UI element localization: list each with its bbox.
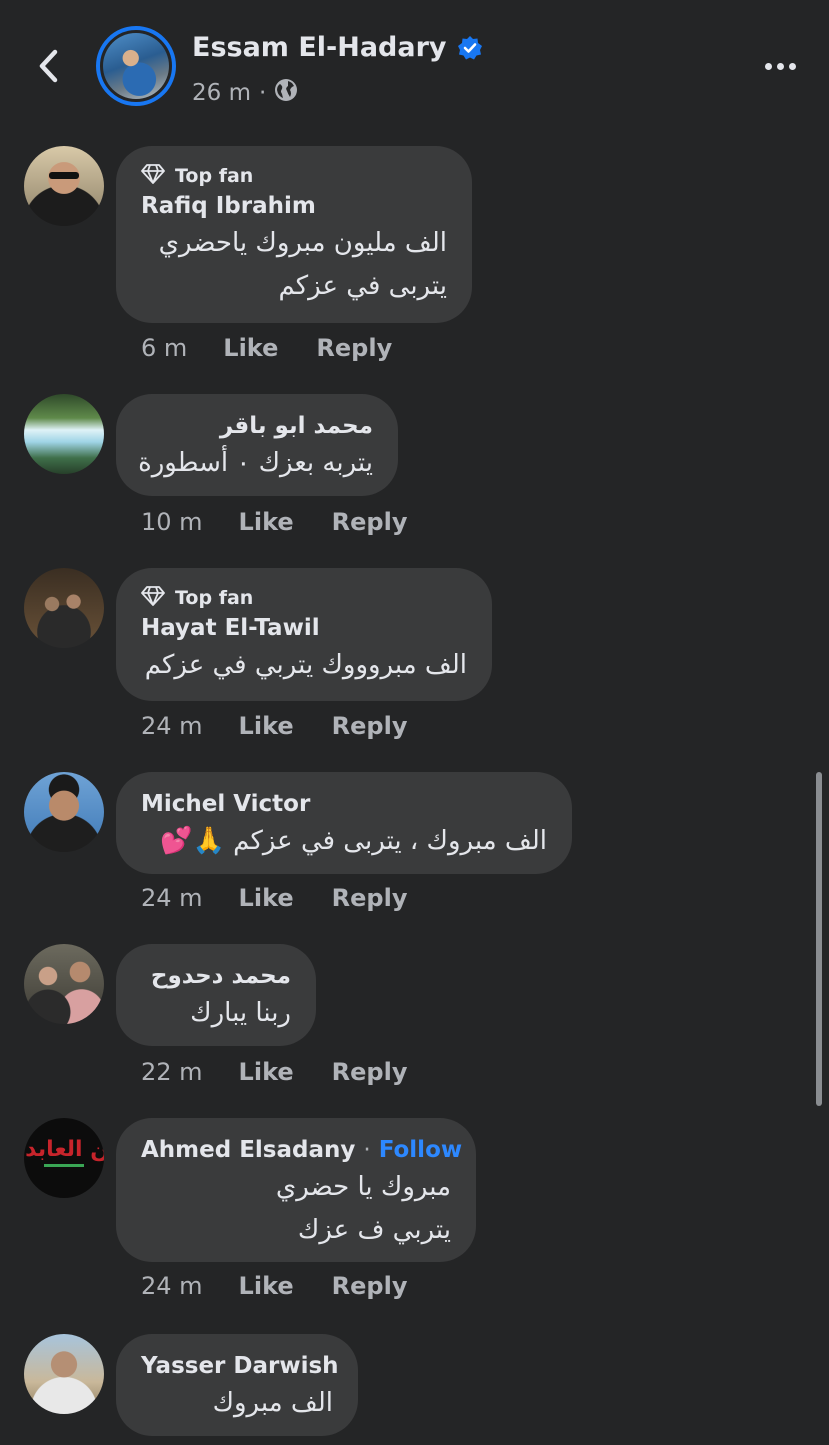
top-fan-badge: Top fan xyxy=(141,162,447,190)
like-button[interactable]: Like xyxy=(239,1058,294,1086)
avatar[interactable] xyxy=(24,772,104,852)
page-name[interactable]: Essam El-Hadary xyxy=(192,32,447,63)
post-time[interactable]: 26 m xyxy=(192,80,251,106)
comment-bubble[interactable]: Ahmed Elsadany · Follow مبروك يا حضري يت… xyxy=(116,1118,476,1262)
diamond-icon xyxy=(141,585,165,611)
scrollbar[interactable] xyxy=(816,772,822,1106)
comment-time[interactable]: 24 m xyxy=(141,884,203,912)
logo-avatar: زين العابدين xyxy=(24,1137,104,1167)
globe-icon xyxy=(274,78,298,108)
comment-author[interactable]: Ahmed Elsadany xyxy=(141,1137,355,1163)
avatar[interactable] xyxy=(24,944,104,1024)
comment-bubble[interactable]: محمد دحدوح ربنا يبارك xyxy=(116,944,316,1046)
comment-bubble[interactable]: Yasser Darwish الف مبروك xyxy=(116,1334,358,1436)
comment-text-line: الف مبروووك يتربي في عزكم xyxy=(144,650,467,680)
avatar[interactable]: زين العابدين xyxy=(24,1118,104,1198)
comment-time[interactable]: 24 m xyxy=(141,712,203,740)
comment-text-line: يتربي ف عزك xyxy=(297,1215,451,1245)
comment-bubble[interactable]: Top fan Hayat El-Tawil الف مبروووك يتربي… xyxy=(116,568,492,701)
comment-text-line: يتربه بعزك ٠ أسطورة xyxy=(138,448,373,478)
comment-text-line: يتربى في عزكم xyxy=(278,271,447,301)
like-button[interactable]: Like xyxy=(223,334,278,362)
like-button[interactable]: Like xyxy=(239,712,294,740)
diamond-icon xyxy=(141,163,165,189)
comment-bubble[interactable]: محمد ابو باقر يتربه بعزك ٠ أسطورة xyxy=(116,394,398,496)
comment-author[interactable]: Yasser Darwish xyxy=(141,1350,339,1382)
page-avatar[interactable] xyxy=(96,26,176,106)
comment-time[interactable]: 24 m xyxy=(141,1272,203,1300)
avatar[interactable] xyxy=(24,1334,104,1414)
comment-actions: 24 m Like Reply xyxy=(141,884,407,912)
like-button[interactable]: Like xyxy=(239,1272,294,1300)
like-button[interactable]: Like xyxy=(239,508,294,536)
comment-text-line: الف مبروك ، يتربى في عزكم 🙏💕 xyxy=(160,826,547,856)
top-fan-badge: Top fan xyxy=(141,584,467,612)
comment-time[interactable]: 22 m xyxy=(141,1058,203,1086)
more-options-icon[interactable] xyxy=(756,52,804,80)
comment-bubble[interactable]: Top fan Rafiq Ibrahim الف مليون مبروك يا… xyxy=(116,146,472,323)
follow-separator: · xyxy=(363,1137,371,1163)
verified-badge-icon xyxy=(457,35,483,61)
reply-button[interactable]: Reply xyxy=(316,334,392,362)
comment-actions: 24 m Like Reply xyxy=(141,712,407,740)
reply-button[interactable]: Reply xyxy=(332,508,408,536)
comment-author[interactable]: محمد دحدوح xyxy=(141,960,291,992)
comment-actions: 10 m Like Reply xyxy=(141,508,407,536)
comment-author-row: Ahmed Elsadany · Follow xyxy=(141,1134,462,1166)
follow-button[interactable]: Follow xyxy=(379,1137,462,1163)
comment-text-line: الف مبروك xyxy=(212,1388,333,1418)
comment-author[interactable]: Rafiq Ibrahim xyxy=(141,190,447,222)
comment-author[interactable]: محمد ابو باقر xyxy=(141,410,373,442)
comment-actions: 6 m Like Reply xyxy=(141,334,392,362)
like-button[interactable]: Like xyxy=(239,884,294,912)
post-meta: 26 m · xyxy=(192,78,298,108)
meta-separator: · xyxy=(258,80,267,106)
avatar[interactable] xyxy=(24,394,104,474)
comment-actions: 24 m Like Reply xyxy=(141,1272,407,1300)
reply-button[interactable]: Reply xyxy=(332,1058,408,1086)
back-arrow-icon[interactable] xyxy=(28,44,68,88)
comment-actions: 22 m Like Reply xyxy=(141,1058,407,1086)
reply-button[interactable]: Reply xyxy=(332,712,408,740)
comment-time[interactable]: 10 m xyxy=(141,508,203,536)
avatar[interactable] xyxy=(24,146,104,226)
comment-author[interactable]: Hayat El-Tawil xyxy=(141,612,467,644)
post-header: Essam El-Hadary 26 m · xyxy=(0,0,829,130)
comment-author[interactable]: Michel Victor xyxy=(141,788,547,820)
comment-text-line: الف مليون مبروك ياحضري xyxy=(158,228,447,258)
reply-button[interactable]: Reply xyxy=(332,1272,408,1300)
avatar[interactable] xyxy=(24,568,104,648)
svg-text:زين العابدين: زين العابدين xyxy=(24,1137,104,1162)
reply-button[interactable]: Reply xyxy=(332,884,408,912)
comment-text-line: مبروك يا حضري xyxy=(275,1172,451,1202)
page-name-row: Essam El-Hadary xyxy=(192,32,483,63)
comment-text-line: ربنا يبارك xyxy=(190,998,291,1028)
comment-bubble[interactable]: Michel Victor الف مبروك ، يتربى في عزكم … xyxy=(116,772,572,874)
comment-time[interactable]: 6 m xyxy=(141,334,187,362)
